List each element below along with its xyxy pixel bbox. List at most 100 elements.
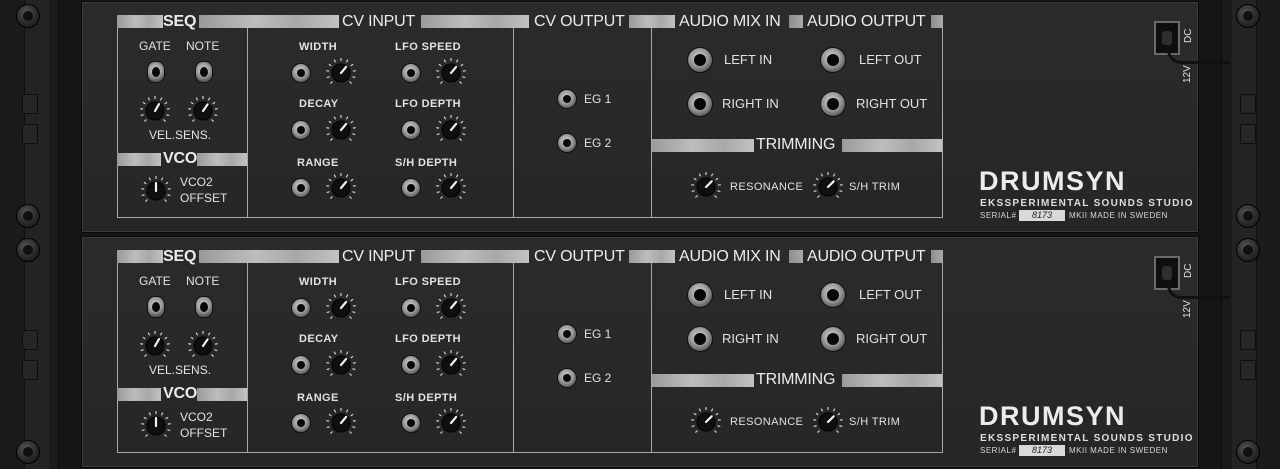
label-vel-sens: VEL.SENS. [149,363,212,377]
screw-icon [16,238,40,262]
label-lfo-depth: LFO DEPTH [395,333,461,345]
left-in-jack[interactable] [687,282,713,308]
right-in-jack[interactable] [687,91,713,117]
label-vco2: VCO2 [180,175,213,189]
range-cv-jack[interactable] [291,413,311,433]
width-cv-jack[interactable] [291,298,311,318]
gate-velocity-knob[interactable] [139,95,171,127]
left-in-jack[interactable] [687,47,713,73]
frame-line [942,28,943,218]
header-bar [197,153,247,166]
left-out-jack[interactable] [820,47,846,73]
serial-label: SERIAL# [980,211,1017,220]
knob-icon [326,173,356,200]
resonance-trim-knob[interactable] [690,406,722,438]
sh-depth-cv-jack[interactable] [401,413,421,433]
label-eg1: EG 1 [584,327,612,341]
right-in-jack[interactable] [687,326,713,352]
rack-rail-right [1221,0,1280,469]
decay-cv-jack[interactable] [291,120,311,140]
header-bar [629,250,675,263]
eg1-out-jack[interactable] [557,89,577,109]
knob-icon [436,115,466,142]
lfo-depth-cv-jack[interactable] [401,120,421,140]
eg2-out-jack[interactable] [557,133,577,153]
rack-slot [1240,360,1256,380]
frame-line [117,452,943,453]
label-left-out: LEFT OUT [859,287,922,302]
right-out-jack[interactable] [820,91,846,117]
range-cv-knob[interactable] [325,407,357,439]
note-velocity-knob[interactable] [187,330,219,362]
label-eg1: EG 1 [584,92,612,106]
knob-icon [140,331,170,358]
lfo-depth-cv-knob[interactable] [435,349,467,381]
knob-icon [813,172,843,199]
eg1-out-jack[interactable] [557,324,577,344]
label-vel-sens: VEL.SENS. [149,128,212,142]
sh-trim-knob[interactable] [812,171,844,203]
note-jack[interactable] [195,296,213,318]
knob-icon [436,173,466,200]
knob-icon [188,96,218,123]
screw-icon [1236,4,1260,28]
label-gate: GATE [139,274,171,288]
screw-icon [1236,204,1260,228]
section-title-cv-output: CV OUTPUT [534,248,625,265]
lfo-depth-cv-jack[interactable] [401,355,421,375]
rack-rail-left [0,0,59,469]
label-decay: DECAY [299,333,339,345]
lfo-speed-cv-knob[interactable] [435,292,467,324]
label-eg2: EG 2 [584,371,612,385]
decay-cv-jack[interactable] [291,355,311,375]
vco2-offset-knob[interactable] [140,175,172,207]
label-decay: DECAY [299,98,339,110]
frame-line [942,263,943,453]
sh-depth-cv-knob[interactable] [435,407,467,439]
gate-jack[interactable] [147,296,165,318]
resonance-trim-knob[interactable] [690,171,722,203]
left-out-jack[interactable] [820,282,846,308]
decay-cv-knob[interactable] [325,349,357,381]
vco2-offset-knob[interactable] [140,410,172,442]
lfo-depth-cv-knob[interactable] [435,114,467,146]
drumsyn-device-2: SEQ CV INPUT CV OUTPUT AUDIO MIX IN AUDI… [82,237,1230,467]
header-bar [117,153,161,166]
lfo-speed-cv-jack[interactable] [401,63,421,83]
knob-icon [691,172,721,199]
lfo-speed-cv-jack[interactable] [401,298,421,318]
section-title-audio-mix-in: AUDIO MIX IN [679,248,781,265]
width-cv-jack[interactable] [291,63,311,83]
frame-line [117,263,118,453]
knob-icon [326,115,356,142]
decay-cv-knob[interactable] [325,114,357,146]
range-cv-knob[interactable] [325,172,357,204]
rack-slot [22,330,38,350]
note-velocity-knob[interactable] [187,95,219,127]
width-cv-knob[interactable] [325,57,357,89]
lfo-speed-cv-knob[interactable] [435,57,467,89]
width-cv-knob[interactable] [325,292,357,324]
knob-icon [691,407,721,434]
label-width: WIDTH [299,276,338,288]
sh-depth-cv-knob[interactable] [435,172,467,204]
rack-slot [1240,124,1256,144]
power-cable [1167,45,1230,64]
right-out-jack[interactable] [820,326,846,352]
knob-icon [326,58,356,85]
label-right-in: RIGHT IN [722,331,779,346]
label-resonance: RESONANCE [730,416,804,428]
made-in-label: MKII MADE IN SWEDEN [1069,446,1168,455]
gate-jack[interactable] [147,61,165,83]
eg2-out-jack[interactable] [557,368,577,388]
header-bar [197,388,247,401]
range-cv-jack[interactable] [291,178,311,198]
sh-trim-knob[interactable] [812,406,844,438]
header-bar [652,139,754,152]
sh-depth-cv-jack[interactable] [401,178,421,198]
brand-logo: DRUMSYN [979,401,1127,431]
header-bar [842,374,942,387]
gate-velocity-knob[interactable] [139,330,171,362]
note-jack[interactable] [195,61,213,83]
frame-line [651,28,652,218]
